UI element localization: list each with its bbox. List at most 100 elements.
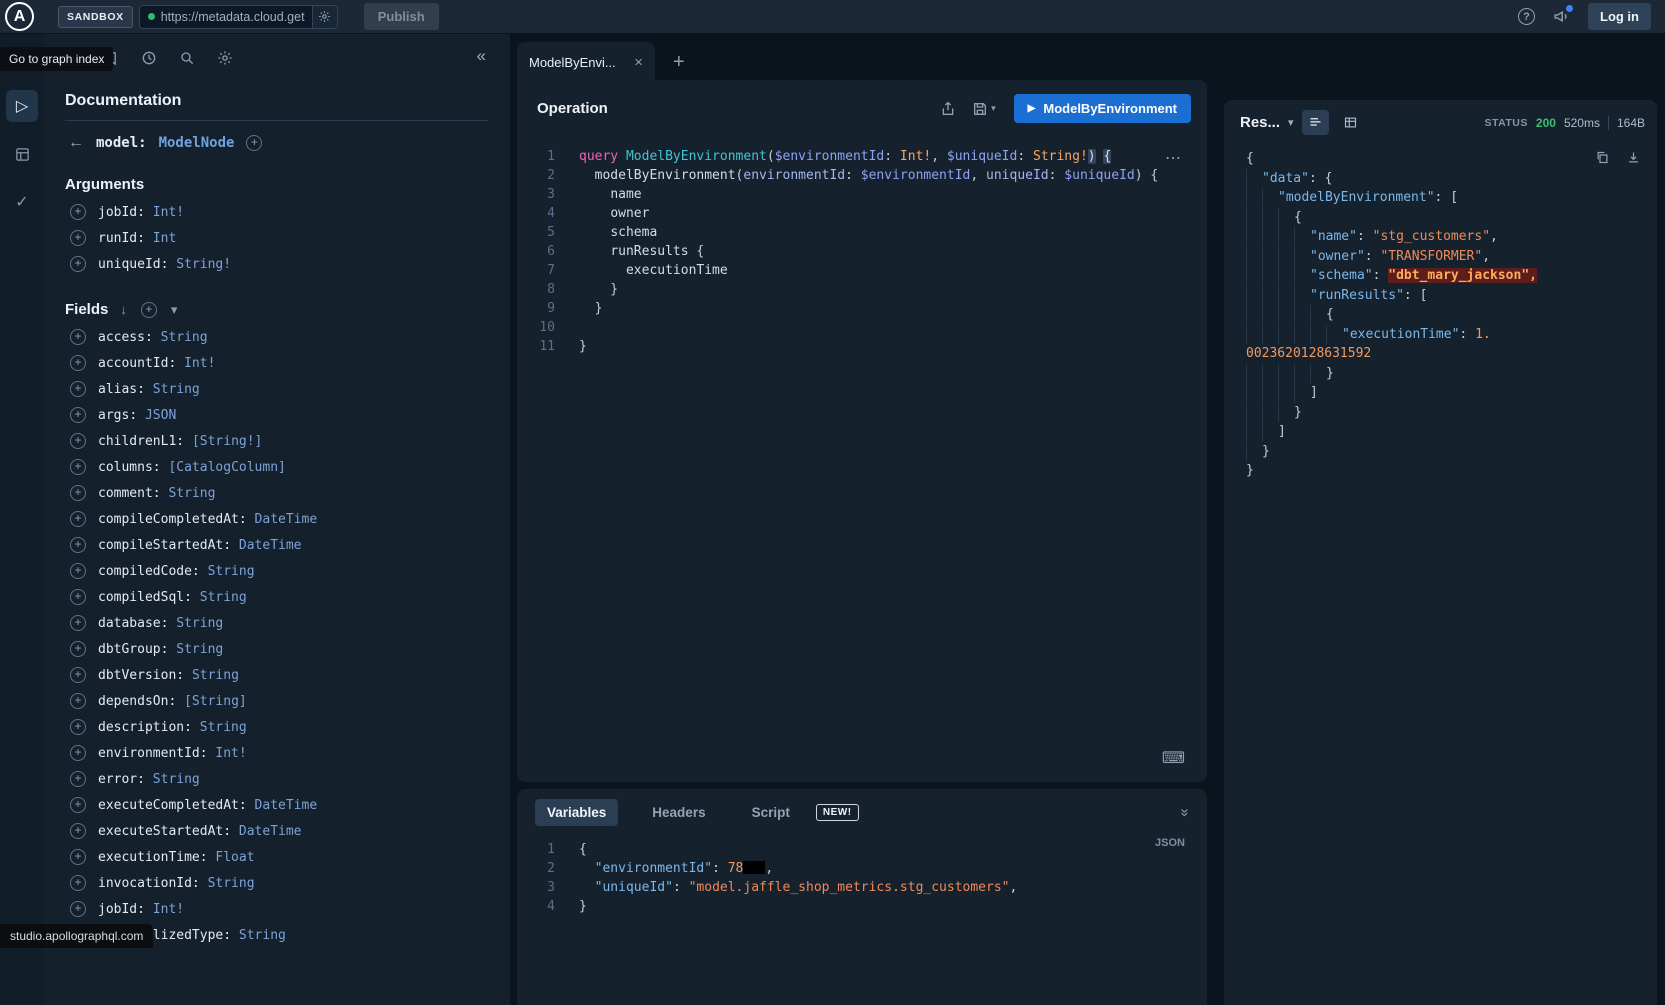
add-field-icon[interactable]: + — [70, 589, 86, 605]
response-viewer[interactable]: {"data": {"modelByEnvironment": [{"name"… — [1224, 141, 1657, 481]
field-row[interactable]: + compiledCode: String — [44, 558, 510, 584]
argument-row[interactable]: + uniqueId: String! — [44, 251, 510, 277]
field-row[interactable]: + alias: String — [44, 376, 510, 402]
add-field-icon[interactable]: + — [70, 693, 86, 709]
argument-row[interactable]: + runId: Int — [44, 225, 510, 251]
field-row[interactable]: + childrenL1: [String!] — [44, 428, 510, 454]
field-row[interactable]: + executeCompletedAt: DateTime — [44, 792, 510, 818]
field-row[interactable]: + executeStartedAt: DateTime — [44, 818, 510, 844]
add-field-icon[interactable]: + — [70, 667, 86, 683]
field-type-link[interactable]: String — [153, 772, 200, 787]
field-type-link[interactable]: DateTime — [239, 538, 302, 553]
add-all-fields-icon[interactable]: + — [246, 135, 262, 151]
field-row[interactable]: + compileStartedAt: DateTime — [44, 532, 510, 558]
field-row[interactable]: + jobId: Int! — [44, 896, 510, 922]
add-field-icon[interactable]: + — [70, 797, 86, 813]
field-type-link[interactable]: String — [208, 876, 255, 891]
add-field-icon[interactable]: + — [70, 329, 86, 345]
editor-menu-icon[interactable]: ⋯ — [1165, 148, 1183, 168]
save-button[interactable]: ▾ — [972, 101, 996, 117]
add-field-icon[interactable]: + — [70, 381, 86, 397]
keyboard-shortcuts-icon[interactable]: ⌨ — [1162, 748, 1185, 768]
back-arrow-icon[interactable]: ← — [68, 134, 84, 152]
add-field-icon[interactable]: + — [70, 745, 86, 761]
add-field-icon[interactable]: + — [70, 511, 86, 527]
share-icon[interactable] — [940, 101, 956, 117]
field-type-link[interactable]: [CatalogColumn] — [168, 460, 285, 475]
argument-type-link[interactable]: String! — [176, 257, 231, 272]
collapse-panel-icon[interactable]: » — [1176, 808, 1193, 816]
field-type-link[interactable]: String — [239, 928, 286, 943]
history-icon[interactable] — [141, 50, 157, 66]
response-chevron-icon[interactable]: ▾ — [1288, 116, 1294, 129]
add-field-icon[interactable]: + — [70, 823, 86, 839]
tab-script[interactable]: Script — [740, 799, 802, 826]
add-field-icon[interactable]: + — [70, 849, 86, 865]
field-row[interactable]: + columns: [CatalogColumn] — [44, 454, 510, 480]
field-type-link[interactable]: String — [208, 564, 255, 579]
field-row[interactable]: + args: JSON — [44, 402, 510, 428]
endpoint-settings-button[interactable] — [312, 6, 337, 28]
tab-headers[interactable]: Headers — [640, 799, 717, 826]
add-argument-icon[interactable]: + — [70, 230, 86, 246]
field-type-link[interactable]: String — [192, 668, 239, 683]
endpoint-url[interactable]: https://metadata.cloud.get — [161, 10, 305, 24]
field-row[interactable]: + database: String — [44, 610, 510, 636]
field-row[interactable]: + dependsOn: [String] — [44, 688, 510, 714]
add-field-icon[interactable]: + — [70, 641, 86, 657]
checks-nav-item[interactable]: ✓ — [6, 186, 38, 218]
settings-gear-icon[interactable] — [217, 50, 233, 66]
field-row[interactable]: + environmentId: Int! — [44, 740, 510, 766]
field-row[interactable]: + compileCompletedAt: DateTime — [44, 506, 510, 532]
field-type-link[interactable]: DateTime — [255, 798, 318, 813]
field-type-link[interactable]: String — [176, 642, 223, 657]
field-type-link[interactable]: DateTime — [255, 512, 318, 527]
apollo-logo-icon[interactable]: A — [5, 2, 34, 31]
add-argument-icon[interactable]: + — [70, 204, 86, 220]
field-type-link[interactable]: Int! — [215, 746, 246, 761]
add-field-icon[interactable]: + — [70, 433, 86, 449]
publish-button[interactable]: Publish — [364, 3, 439, 30]
add-field-icon[interactable]: + — [70, 537, 86, 553]
add-field-icon[interactable]: + — [70, 355, 86, 371]
explorer-nav-item[interactable]: ▷ — [6, 90, 38, 122]
tab-modelbyenvironment[interactable]: ModelByEnvi... × — [517, 42, 655, 82]
field-row[interactable]: + compiledSql: String — [44, 584, 510, 610]
help-icon[interactable]: ? — [1518, 8, 1535, 25]
field-type-link[interactable]: String — [161, 330, 208, 345]
add-field-icon[interactable]: + — [70, 771, 86, 787]
field-row[interactable]: + dbtGroup: String — [44, 636, 510, 662]
raw-view-button[interactable] — [1302, 110, 1329, 135]
add-field-icon[interactable]: + — [70, 875, 86, 891]
breadcrumb-type-link[interactable]: ModelNode — [159, 135, 235, 151]
field-type-link[interactable]: String — [200, 590, 247, 605]
field-type-link[interactable]: [String] — [184, 694, 247, 709]
schema-nav-item[interactable] — [6, 138, 38, 170]
argument-row[interactable]: + jobId: Int! — [44, 199, 510, 225]
search-icon[interactable] — [179, 50, 195, 66]
field-row[interactable]: + error: String — [44, 766, 510, 792]
add-field-icon[interactable]: + — [70, 719, 86, 735]
login-button[interactable]: Log in — [1588, 3, 1651, 30]
save-chevron-icon[interactable]: ▾ — [991, 103, 996, 114]
add-field-icon[interactable]: + — [70, 459, 86, 475]
add-argument-icon[interactable]: + — [70, 256, 86, 272]
field-type-link[interactable]: Int! — [184, 356, 215, 371]
add-fields-icon[interactable]: + — [141, 302, 157, 318]
run-operation-button[interactable]: ▶ ModelByEnvironment — [1014, 94, 1191, 123]
field-row[interactable]: + access: String — [44, 324, 510, 350]
add-field-icon[interactable]: + — [70, 407, 86, 423]
field-type-link[interactable]: Int! — [153, 902, 184, 917]
field-type-link[interactable]: String — [176, 616, 223, 631]
sort-fields-icon[interactable]: ↓ — [120, 302, 127, 317]
argument-type-link[interactable]: Int — [153, 231, 176, 246]
field-type-link[interactable]: String — [153, 382, 200, 397]
download-icon[interactable] — [1626, 150, 1641, 165]
field-row[interactable]: + invocationId: String — [44, 870, 510, 896]
field-type-link[interactable]: DateTime — [239, 824, 302, 839]
field-type-link[interactable]: [String!] — [192, 434, 262, 449]
close-tab-icon[interactable]: × — [634, 54, 643, 71]
add-field-icon[interactable]: + — [70, 485, 86, 501]
argument-type-link[interactable]: Int! — [153, 205, 184, 220]
endpoint-url-box[interactable]: https://metadata.cloud.get — [139, 5, 338, 29]
